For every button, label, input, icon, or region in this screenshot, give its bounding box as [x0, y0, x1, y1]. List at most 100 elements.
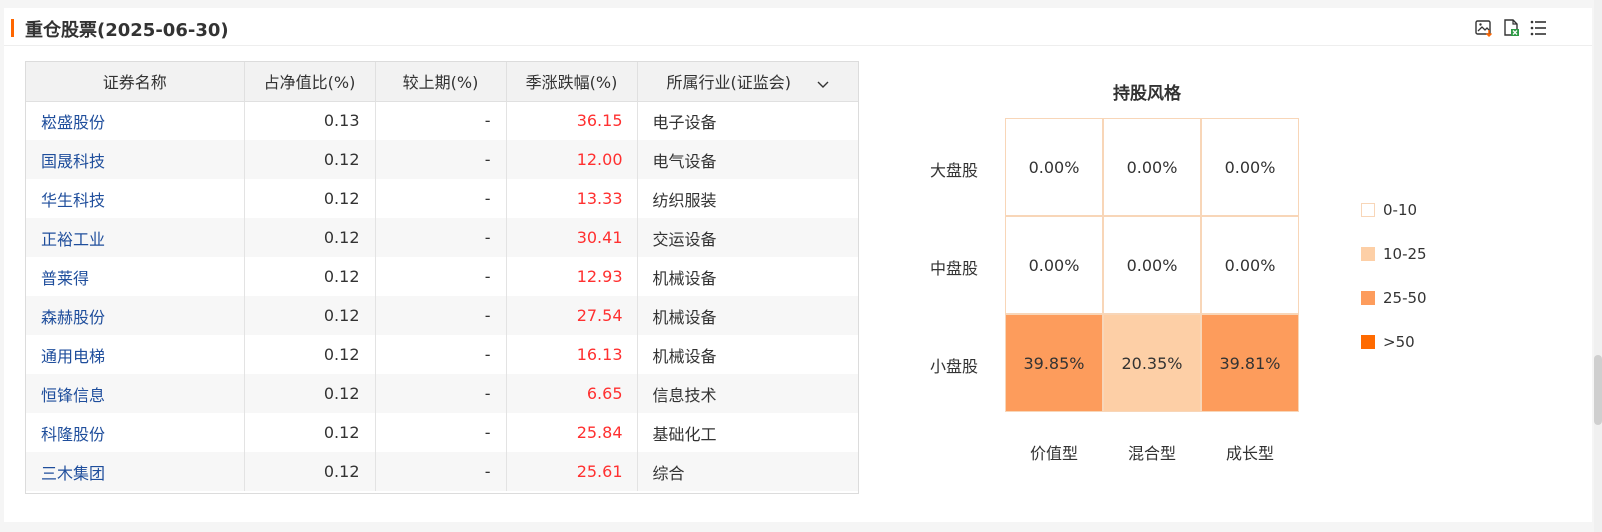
- ratio-cell: 0.12: [244, 140, 376, 179]
- legend-label: 0-10: [1383, 201, 1418, 219]
- industry-cell: 信息技术: [637, 374, 858, 413]
- ratio-cell: 0.12: [244, 452, 376, 491]
- quarter-change-cell: 27.54: [506, 296, 638, 335]
- stock-name-link[interactable]: 正裕工业: [26, 218, 245, 257]
- stock-name-link[interactable]: 华生科技: [26, 179, 245, 218]
- industry-cell: 机械设备: [652, 268, 717, 288]
- ratio-cell: 0.12: [244, 335, 376, 374]
- quarter-change-cell: 36.15: [506, 101, 638, 140]
- chevron-down-icon[interactable]: [817, 74, 829, 93]
- col-header-quarter[interactable]: 季涨跌幅(%): [506, 62, 638, 102]
- style-cell: 0.00%: [1201, 118, 1299, 216]
- change-cell: -: [375, 452, 507, 491]
- table-row: 三木集团 0.12-25.61 综合: [26, 452, 858, 491]
- table-row: 通用电梯 0.12-16.13 机械设备: [26, 335, 858, 374]
- legend-item: 10-25: [1361, 245, 1427, 263]
- ratio-cell: 0.12: [244, 218, 376, 257]
- holdings-panel: 重仓股票(2025-06-30) 证券名称 占净值比(%) 较上期(%) 季涨跌…: [4, 8, 1592, 522]
- legend-item: >50: [1361, 333, 1415, 351]
- table-row: 正裕工业 0.12-30.41 交运设备: [26, 218, 858, 257]
- change-cell: -: [375, 101, 507, 140]
- quarter-change-cell: 25.84: [506, 413, 638, 452]
- quarter-change-cell: 6.65: [506, 374, 638, 413]
- stock-name-link[interactable]: 通用电梯: [26, 335, 245, 374]
- industry-header-label: 所属行业(证监会): [666, 73, 792, 93]
- table-header-row: 证券名称 占净值比(%) 较上期(%) 季涨跌幅(%) 所属行业(证监会): [26, 62, 858, 102]
- table-row: 国晟科技 0.12-12.00 电气设备: [26, 140, 858, 179]
- col-header-name[interactable]: 证券名称: [26, 62, 245, 102]
- col-header-industry[interactable]: 所属行业(证监会): [637, 62, 858, 102]
- col-header-ratio[interactable]: 占净值比(%): [244, 62, 376, 102]
- legend-label: 25-50: [1383, 289, 1427, 307]
- size-row-label: 大盘股: [930, 161, 979, 180]
- industry-cell: 纺织服装: [652, 190, 717, 210]
- quarter-change-cell: 30.41: [506, 218, 638, 257]
- style-box-title: 持股风格: [1113, 84, 1181, 104]
- stock-name-link[interactable]: 国晟科技: [26, 140, 245, 179]
- ratio-cell: 0.12: [244, 413, 376, 452]
- style-cell: 0.00%: [1103, 216, 1201, 314]
- stock-name-link[interactable]: 普莱得: [26, 257, 245, 296]
- legend-swatch: [1361, 247, 1375, 261]
- scrollbar-track[interactable]: [1594, 0, 1602, 532]
- legend-swatch: [1361, 335, 1375, 349]
- table-row: 华生科技 0.12-13.33 纺织服装: [26, 179, 858, 218]
- table-row: 恒锋信息 0.12-6.65 信息技术: [26, 374, 858, 413]
- industry-cell: 电气设备: [637, 140, 858, 179]
- quarter-change-cell: 12.93: [506, 257, 638, 296]
- legend-label: >50: [1383, 333, 1415, 351]
- style-col-label: 混合型: [1127, 444, 1176, 463]
- stock-name-link[interactable]: 科隆股份: [26, 413, 245, 452]
- table-row: 崧盛股份 0.13-36.15 电子设备: [26, 101, 858, 140]
- col-header-change[interactable]: 较上期(%): [375, 62, 507, 102]
- stock-name-link[interactable]: 恒锋信息: [26, 374, 245, 413]
- change-cell: -: [375, 335, 507, 374]
- ratio-cell: 0.13: [244, 101, 376, 140]
- title-accent-bar: [11, 19, 14, 37]
- holdings-table: 证券名称 占净值比(%) 较上期(%) 季涨跌幅(%) 所属行业(证监会) 崧盛…: [25, 61, 859, 494]
- style-cell: 0.00%: [1005, 216, 1103, 314]
- style-cell: 39.85%: [1005, 314, 1103, 412]
- list-menu-icon[interactable]: [1528, 18, 1548, 38]
- size-row-label: 小盘股: [930, 357, 979, 376]
- table-row: 森赫股份 0.12-27.54 机械设备: [26, 296, 858, 335]
- change-cell: -: [375, 296, 507, 335]
- ratio-cell: 0.12: [244, 257, 376, 296]
- panel-header: 重仓股票(2025-06-30): [4, 8, 1592, 46]
- industry-cell: 基础化工: [652, 424, 717, 444]
- table-row: 普莱得 0.12-12.93 机械设备: [26, 257, 858, 296]
- legend-item: 25-50: [1361, 289, 1427, 307]
- change-cell: -: [375, 179, 507, 218]
- export-excel-icon[interactable]: [1501, 18, 1521, 38]
- ratio-cell: 0.12: [244, 296, 376, 335]
- style-col-label: 价值型: [1029, 444, 1078, 463]
- quarter-change-cell: 16.13: [506, 335, 638, 374]
- scrollbar-thumb[interactable]: [1594, 355, 1602, 425]
- industry-cell: 交运设备: [637, 218, 858, 257]
- legend-label: 10-25: [1383, 245, 1427, 263]
- export-image-icon[interactable]: [1474, 18, 1494, 38]
- change-cell: -: [375, 374, 507, 413]
- stock-name-link[interactable]: 森赫股份: [26, 296, 245, 335]
- table-row: 科隆股份 0.12-25.84 基础化工: [26, 413, 858, 452]
- change-cell: -: [375, 218, 507, 257]
- ratio-cell: 0.12: [244, 374, 376, 413]
- size-row-label: 中盘股: [930, 259, 979, 278]
- legend-item: 0-10: [1361, 201, 1417, 219]
- change-cell: -: [375, 140, 507, 179]
- style-box-grid: 0.00% 0.00% 0.00% 0.00% 0.00% 0.00% 39.85% 20.3…: [1005, 118, 1299, 412]
- quarter-change-cell: 25.61: [506, 452, 638, 491]
- stock-name-link[interactable]: 三木集团: [26, 452, 245, 491]
- industry-cell: 电子设备: [652, 112, 717, 132]
- stock-name-link[interactable]: 崧盛股份: [26, 101, 245, 140]
- style-cell: 0.00%: [1201, 216, 1299, 314]
- industry-cell: 机械设备: [652, 346, 717, 366]
- style-cell: 39.81%: [1201, 314, 1299, 412]
- legend-swatch: [1361, 203, 1375, 217]
- change-cell: -: [375, 413, 507, 452]
- ratio-cell: 0.12: [244, 179, 376, 218]
- industry-cell: 机械设备: [637, 296, 858, 335]
- style-cell: 0.00%: [1005, 118, 1103, 216]
- industry-cell: 综合: [637, 452, 858, 491]
- legend-swatch: [1361, 291, 1375, 305]
